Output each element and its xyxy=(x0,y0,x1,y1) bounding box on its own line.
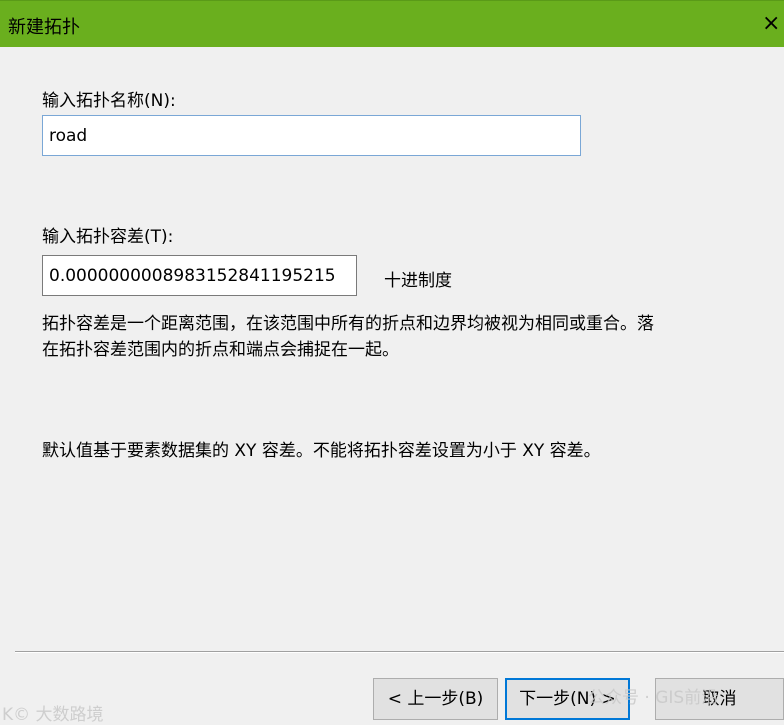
back-button[interactable]: < 上一步(B) xyxy=(373,678,498,720)
title-bar: 新建拓扑 × xyxy=(0,0,784,47)
tolerance-unit-label: 十进制度 xyxy=(384,271,452,291)
topology-name-label: 输入拓扑名称(N): xyxy=(42,91,176,111)
watermark-right: 公众号 · GIS前沿 xyxy=(588,688,719,708)
default-value-note: 默认值基于要素数据集的 XY 容差。不能将拓扑容差设置为小于 XY 容差。 xyxy=(42,441,601,461)
tolerance-description-line-2: 在拓扑容差范围内的折点和端点会捕捉在一起。 xyxy=(42,340,399,360)
topology-name-input[interactable] xyxy=(42,115,581,156)
topology-tolerance-label: 输入拓扑容差(T): xyxy=(42,227,174,247)
tolerance-description: 拓扑容差是一个距离范围，在该范围中所有的折点和边界均被视为相同或重合。落 在拓扑… xyxy=(42,311,722,363)
watermark-left: K© 大数路境 xyxy=(2,705,104,725)
topology-tolerance-input[interactable] xyxy=(42,255,357,296)
footer-divider xyxy=(15,651,784,653)
tolerance-description-line-1: 拓扑容差是一个距离范围，在该范围中所有的折点和边界均被视为相同或重合。落 xyxy=(42,314,654,334)
dialog-title: 新建拓扑 xyxy=(8,17,80,38)
new-topology-dialog: 新建拓扑 × 输入拓扑名称(N): 输入拓扑容差(T): 十进制度 拓扑容差是一… xyxy=(0,0,784,725)
close-icon[interactable]: × xyxy=(762,7,784,41)
